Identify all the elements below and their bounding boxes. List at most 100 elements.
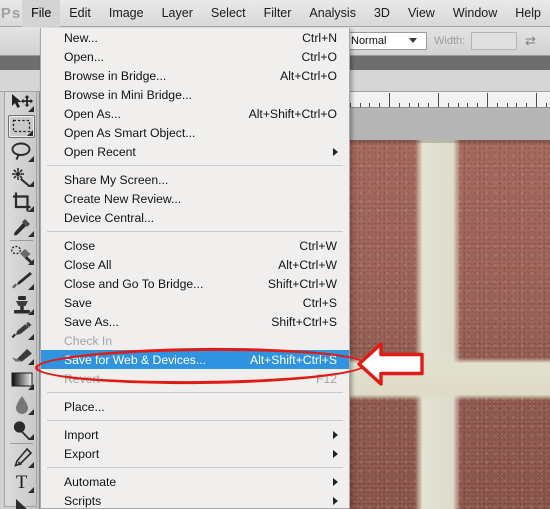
menu-item-open-recent[interactable]: Open Recent [41,142,349,161]
menu-item-new[interactable]: New... Ctrl+N [41,28,349,47]
tool-more-triangle [28,384,34,390]
menu-select[interactable]: Select [202,0,255,27]
eraser-tool[interactable] [8,343,35,366]
menu-item-label: Browse in Bridge... [64,68,167,83]
menu-item-close[interactable]: Close Ctrl+W [41,236,349,255]
menu-item-create-new-review[interactable]: Create New Review... [41,189,349,208]
path-selection-arrow-icon [16,499,27,509]
history-brush-tool[interactable] [8,318,35,341]
menu-separator [47,467,343,468]
menu-item-browse-in-mini-bridge[interactable]: Browse in Mini Bridge... [41,85,349,104]
menu-item-export[interactable]: Export [41,444,349,463]
menu-item-revert: Revert F12 [41,369,349,388]
menu-item-save-for-web-devices[interactable]: Save for Web & Devices... Alt+Shift+Ctrl+… [41,350,349,369]
menu-item-device-central[interactable]: Device Central... [41,208,349,227]
swap-icon[interactable]: ⇄ [525,34,541,48]
menu-item-label: Automate [64,474,117,489]
gradient-tool[interactable] [8,368,35,391]
menu-item-save-as[interactable]: Save As... Shift+Ctrl+S [41,312,349,331]
pen-tool[interactable] [8,446,35,469]
tool-more-triangle [28,359,34,365]
menu-item-close-and-go-to-bridge[interactable]: Close and Go To Bridge... Shift+Ctrl+W [41,274,349,293]
menu-filter[interactable]: Filter [255,0,301,27]
menu-item-open[interactable]: Open... Ctrl+O [41,47,349,66]
menu-edit[interactable]: Edit [60,0,100,27]
menu-item-shortcut: Ctrl+W [299,238,337,253]
menu-item-label: Create New Review... [64,191,182,206]
tool-more-triangle [28,231,34,237]
tool-more-triangle [28,309,34,315]
menu-item-share-my-screen[interactable]: Share My Screen... [41,170,349,189]
submenu-arrow-icon [333,430,338,439]
ruler-minor-tick [369,103,371,107]
type-tool[interactable]: T [8,471,35,494]
menu-image[interactable]: Image [100,0,153,27]
tool-more-triangle [28,156,34,162]
menu-item-scripts[interactable]: Scripts [41,491,349,509]
menu-window[interactable]: Window [444,0,506,27]
ruler-minor-tick [398,103,400,107]
menu-separator [47,392,343,393]
menu-view[interactable]: View [399,0,444,27]
menu-item-shortcut: Ctrl+O [301,49,337,64]
tools-palette: ▸▸ [0,27,40,509]
move-tool[interactable] [8,90,35,113]
ruler-minor-tick [516,103,518,107]
dodge-tool[interactable] [8,418,35,441]
menu-item-check-in: Check In [41,331,349,350]
ruler-minor-tick [506,103,508,107]
menu-item-automate[interactable]: Automate [41,472,349,491]
menu-file[interactable]: File [22,0,61,27]
file-menu-dropdown[interactable]: New... Ctrl+N Open... Ctrl+O Browse in Bridg… [40,28,350,509]
eyedropper-tool[interactable] [8,215,35,238]
tools-separator [10,443,33,444]
menu-item-close-all[interactable]: Close All Alt+Ctrl+W [41,255,349,274]
menu-item-label: Place... [64,399,105,414]
crop-tool[interactable] [8,190,35,213]
width-input[interactable] [471,32,517,50]
tool-more-triangle [28,284,34,290]
menu-item-label: Revert [64,371,100,386]
tool-more-triangle [28,334,34,340]
tools-list: T [4,79,37,509]
menu-item-shortcut: F12 [315,371,337,386]
ruler-minor-tick [526,103,528,107]
ruler-minor-tick [457,103,459,107]
menu-item-open-as[interactable]: Open As... Alt+Shift+Ctrl+O [41,104,349,123]
blur-tool[interactable] [8,393,35,416]
menu-item-place[interactable]: Place... [41,397,349,416]
ruler-minor-tick [477,103,479,107]
menu-item-label: Open... [64,49,104,64]
rectangular-marquee-tool[interactable] [8,115,35,138]
ruler-minor-tick [408,103,410,107]
menu-layer[interactable]: Layer [153,0,202,27]
menu-item-shortcut: Alt+Ctrl+W [278,257,337,272]
magic-wand-tool[interactable] [8,165,35,188]
spot-healing-brush-tool[interactable] [8,243,35,266]
chevron-down-icon[interactable] [409,38,417,43]
menu-item-import[interactable]: Import [41,425,349,444]
menu-item-save[interactable]: Save Ctrl+S [41,293,349,312]
ruler-minor-tick [418,103,420,107]
menu-item-browse-in-bridge[interactable]: Browse in Bridge... Alt+Ctrl+O [41,66,349,85]
ruler-major-tick [536,93,537,107]
menu-item-label: Scripts [64,493,102,508]
brush-tool[interactable] [8,268,35,291]
path-selection-tool[interactable] [8,496,35,509]
menu-item-label: Device Central... [64,210,155,225]
menu-item-label: Import [64,427,99,442]
menu-analysis[interactable]: Analysis [300,0,365,27]
menu-3d[interactable]: 3D [365,0,399,27]
clone-stamp-tool[interactable] [8,293,35,316]
photoshop-logo: Ps [0,4,22,22]
lasso-tool[interactable] [8,140,35,163]
menu-item-shortcut: Shift+Ctrl+S [271,314,337,329]
ruler-minor-tick [447,103,449,107]
menu-item-open-as-smart-object[interactable]: Open As Smart Object... [41,123,349,142]
menu-item-shortcut: Alt+Shift+Ctrl+O [248,106,337,121]
tool-more-triangle [28,409,34,415]
menu-separator [47,420,343,421]
menu-item-label: Close and Go To Bridge... [64,276,204,291]
menu-help[interactable]: Help [506,0,550,27]
menu-item-label: Close [64,238,96,253]
